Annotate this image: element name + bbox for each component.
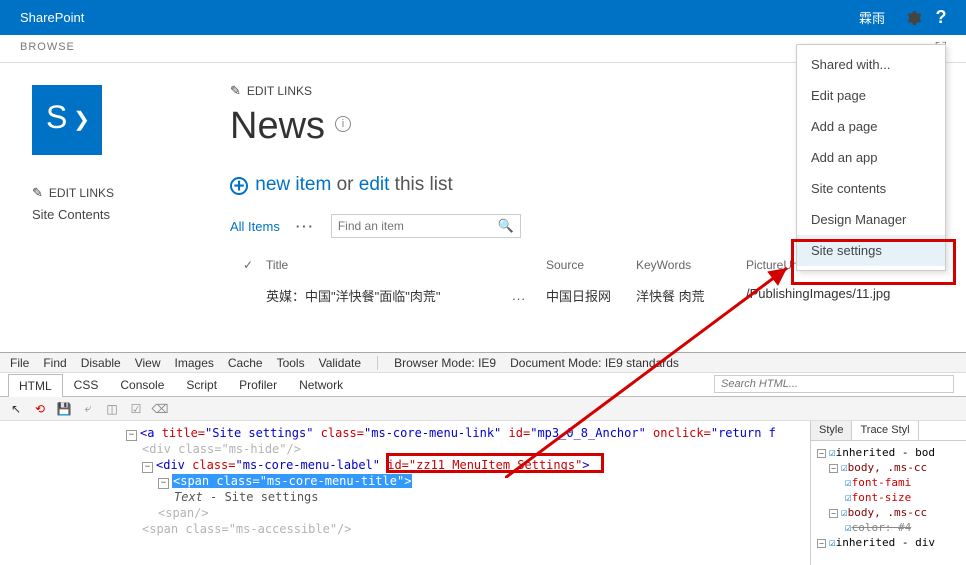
styles-list[interactable]: −☑inherited - bod −☑body, .ms-cc ☑font-f… [811, 441, 966, 554]
attribute-icon[interactable]: ☑ [128, 401, 144, 417]
rtab-trace[interactable]: Trace Styl [852, 421, 918, 440]
new-item-link[interactable]: new item [255, 174, 331, 195]
page-title: News i [230, 105, 351, 148]
edit-list-link[interactable]: edit [359, 174, 390, 195]
view-all-items[interactable]: All Items [230, 219, 280, 234]
devtools: File Find Disable View Images Cache Tool… [0, 352, 966, 565]
html-tree[interactable]: −<a title="Site settings" class="ms-core… [0, 421, 810, 565]
word-wrap-icon[interactable]: ⤶ [80, 401, 96, 417]
view-options-icon[interactable]: ··· [296, 219, 315, 234]
gear-icon[interactable] [903, 8, 923, 28]
styles-panel: Style Trace Styl −☑inherited - bod −☑bod… [810, 421, 966, 565]
menu-shared-with[interactable]: Shared with... [797, 49, 945, 80]
menu-find[interactable]: Find [43, 356, 66, 370]
checkmark-icon[interactable]: ✓ [243, 258, 253, 272]
tab-console[interactable]: Console [109, 373, 175, 396]
element-outline-icon[interactable]: ◫ [104, 401, 120, 417]
menu-validate[interactable]: Validate [319, 356, 361, 370]
pencil-icon: ✎ [32, 185, 43, 201]
find-item-input[interactable] [338, 219, 438, 233]
menu-file[interactable]: File [10, 356, 29, 370]
pencil-icon: ✎ [230, 83, 241, 99]
suite-bar: SharePoint 霖雨 ? [0, 0, 966, 35]
sharepoint-logo[interactable] [32, 85, 102, 155]
document-mode[interactable]: Document Mode: IE9 standards [510, 356, 679, 370]
menu-site-contents[interactable]: Site contents [797, 173, 945, 204]
left-navigation: ✎ EDIT LINKS Site Contents [0, 63, 230, 343]
user-name[interactable]: 霖雨 [849, 8, 895, 27]
find-item-box[interactable]: 🔍 [331, 214, 521, 238]
menu-tools[interactable]: Tools [277, 356, 305, 370]
col-keywords[interactable]: KeyWords [636, 258, 746, 272]
menu-view[interactable]: View [135, 356, 161, 370]
menu-images[interactable]: Images [175, 356, 214, 370]
devtools-search[interactable] [714, 375, 954, 393]
tab-css[interactable]: CSS [63, 373, 110, 396]
menu-edit-page[interactable]: Edit page [797, 80, 945, 111]
rtab-style[interactable]: Style [811, 421, 852, 440]
devtools-tabs: HTML CSS Console Script Profiler Network [0, 373, 966, 397]
menu-site-settings[interactable]: Site settings [797, 235, 945, 266]
tab-script[interactable]: Script [175, 373, 228, 396]
settings-dropdown: Shared with... Edit page Add a page Add … [796, 44, 946, 271]
menu-cache[interactable]: Cache [228, 356, 263, 370]
select-element-icon[interactable]: ↖ [8, 401, 24, 417]
clear-icon[interactable]: ⌫ [152, 401, 168, 417]
col-source[interactable]: Source [546, 258, 636, 272]
search-icon[interactable]: 🔍 [498, 218, 514, 234]
row-source: 中国日报网 [546, 286, 636, 305]
row-keywords: 洋快餐 肉荒 [636, 286, 746, 305]
menu-add-a-page[interactable]: Add a page [797, 111, 945, 142]
col-title[interactable]: Title [266, 258, 546, 272]
devtools-toolbar: ↖ ⟲ 💾 ⤶ ◫ ☑ ⌫ [0, 397, 966, 421]
refresh-icon[interactable]: ⟲ [32, 401, 48, 417]
row-pictureurl[interactable]: /PublishingImages/11.jpg [746, 286, 936, 305]
tab-profiler[interactable]: Profiler [228, 373, 288, 396]
browse-tab[interactable]: BROWSE [20, 41, 75, 53]
product-title: SharePoint [20, 10, 84, 25]
info-icon[interactable]: i [335, 116, 351, 132]
row-more-icon[interactable]: ... [512, 288, 526, 303]
menu-design-manager[interactable]: Design Manager [797, 204, 945, 235]
site-contents-link[interactable]: Site Contents [32, 207, 210, 222]
tab-html[interactable]: HTML [8, 374, 63, 397]
edit-links-left[interactable]: ✎ EDIT LINKS [32, 185, 210, 201]
save-icon[interactable]: 💾 [56, 401, 72, 417]
row-title[interactable]: 英媒：中国"洋快餐"面临"肉荒" [266, 286, 440, 305]
plus-icon[interactable]: + [230, 177, 248, 195]
devtools-menu: File Find Disable View Images Cache Tool… [0, 353, 966, 373]
tab-network[interactable]: Network [288, 373, 354, 396]
menu-add-an-app[interactable]: Add an app [797, 142, 945, 173]
help-icon[interactable]: ? [931, 7, 951, 28]
browser-mode[interactable]: Browser Mode: IE9 [394, 356, 496, 370]
list-row[interactable]: 英媒：中国"洋快餐"面临"肉荒" ... 中国日报网 洋快餐 肉荒 /Publi… [230, 282, 936, 309]
menu-disable[interactable]: Disable [81, 356, 121, 370]
